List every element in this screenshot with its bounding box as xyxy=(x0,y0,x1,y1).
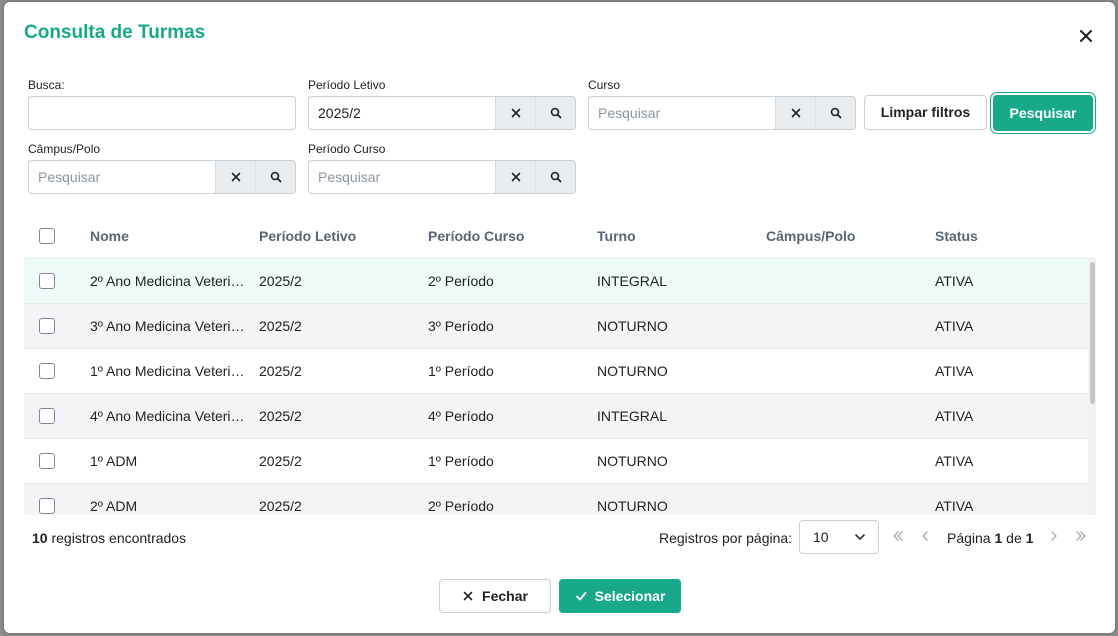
fechar-button[interactable]: Fechar xyxy=(439,579,551,613)
cell-status: ATIVA xyxy=(935,408,974,424)
table-row[interactable]: 1º ADM 2025/2 1º Período NOTURNO ATIVA xyxy=(24,439,1096,484)
cell-turno: INTEGRAL xyxy=(597,273,668,289)
campus-label: Câmpus/Polo xyxy=(28,142,101,156)
magnifier-icon[interactable] xyxy=(535,97,575,129)
column-header[interactable]: Câmpus/Polo xyxy=(766,228,935,244)
cell-nome: 2º ADM xyxy=(90,498,138,514)
row-checkbox[interactable] xyxy=(24,273,90,289)
periodo-letivo-field: 2025/2 xyxy=(308,96,576,130)
select-all-checkbox[interactable] xyxy=(24,228,90,244)
column-header[interactable]: Período Curso xyxy=(428,228,597,244)
clear-filters-button[interactable]: Limpar filtros xyxy=(864,95,987,130)
rows-per-page-value: 10 xyxy=(813,529,829,545)
cell-periodo-letivo: 2025/2 xyxy=(259,318,302,334)
cell-status: ATIVA xyxy=(935,453,974,469)
curso-input[interactable]: Pesquisar xyxy=(589,97,775,129)
cell-status: ATIVA xyxy=(935,363,974,379)
curso-field: Pesquisar xyxy=(588,96,856,130)
cell-nome: 1º ADM xyxy=(90,453,138,469)
periodo-letivo-value[interactable]: 2025/2 xyxy=(309,97,495,129)
search-button[interactable]: Pesquisar xyxy=(993,95,1093,131)
cell-periodo-curso: 4º Período xyxy=(428,408,494,424)
table-row[interactable]: 3º Ano Medicina Veterinária 2025/2 3º Pe… xyxy=(24,304,1096,349)
consulta-turmas-dialog: Consulta de Turmas Busca: Período Letivo… xyxy=(4,2,1115,633)
rows-per-page-label: Registros por página: xyxy=(659,530,793,546)
page-info: Página 1 de 1 xyxy=(947,530,1034,546)
double-chevron-right-icon[interactable] xyxy=(1074,529,1088,543)
cell-periodo-letivo: 2025/2 xyxy=(259,363,302,379)
selecionar-label: Selecionar xyxy=(594,588,666,604)
cell-periodo-curso: 2º Período xyxy=(428,498,494,514)
column-header[interactable]: Período Letivo xyxy=(259,228,428,244)
cell-status: ATIVA xyxy=(935,318,974,334)
chevron-right-icon[interactable] xyxy=(1047,529,1061,543)
cell-nome: 3º Ano Medicina Veterinária xyxy=(90,318,259,334)
cell-nome: 4º Ano Medicina Veterinária xyxy=(90,408,259,424)
magnifier-icon[interactable] xyxy=(535,161,575,193)
cell-turno: NOTURNO xyxy=(597,318,668,334)
row-checkbox[interactable] xyxy=(24,363,90,379)
busca-input[interactable] xyxy=(28,96,296,130)
x-icon[interactable] xyxy=(495,161,535,193)
rows-per-page-select[interactable]: 10 xyxy=(799,520,879,554)
campus-input[interactable]: Pesquisar xyxy=(29,161,215,193)
row-checkbox[interactable] xyxy=(24,498,90,514)
cell-nome: 2º Ano Medicina Veterinária xyxy=(90,273,259,289)
cell-turno: NOTURNO xyxy=(597,498,668,514)
periodo-letivo-label: Período Letivo xyxy=(308,78,386,92)
cell-periodo-curso: 2º Período xyxy=(428,273,494,289)
row-checkbox[interactable] xyxy=(24,318,90,334)
magnifier-icon[interactable] xyxy=(815,97,855,129)
records-count: 10 registros encontrados xyxy=(32,530,187,546)
column-header[interactable]: Nome xyxy=(90,228,259,244)
cell-periodo-curso: 1º Período xyxy=(428,363,494,379)
table-row[interactable]: 2º Ano Medicina Veterinária 2025/2 2º Pe… xyxy=(24,259,1096,304)
magnifier-icon[interactable] xyxy=(255,161,295,193)
cell-periodo-letivo: 2025/2 xyxy=(259,273,302,289)
cell-periodo-curso: 3º Período xyxy=(428,318,494,334)
table-row[interactable]: 4º Ano Medicina Veterinária 2025/2 4º Pe… xyxy=(24,394,1096,439)
cell-turno: NOTURNO xyxy=(597,453,668,469)
double-chevron-left-icon[interactable] xyxy=(891,529,905,543)
selecionar-button[interactable]: Selecionar xyxy=(559,579,681,613)
busca-label: Busca: xyxy=(28,78,65,92)
x-icon[interactable] xyxy=(775,97,815,129)
chevron-down-icon xyxy=(855,534,865,540)
x-icon xyxy=(463,591,473,601)
table-row[interactable]: 2º ADM 2025/2 2º Período NOTURNO ATIVA xyxy=(24,484,1096,515)
close-icon[interactable] xyxy=(1076,26,1096,46)
chevron-left-icon[interactable] xyxy=(918,529,932,543)
x-icon[interactable] xyxy=(215,161,255,193)
check-icon xyxy=(575,592,586,601)
scrollbar-thumb[interactable] xyxy=(1090,262,1095,404)
periodo-curso-label: Período Curso xyxy=(308,142,386,156)
periodo-curso-input[interactable]: Pesquisar xyxy=(309,161,495,193)
cell-periodo-curso: 1º Período xyxy=(428,453,494,469)
column-header[interactable]: Turno xyxy=(597,228,766,244)
curso-label: Curso xyxy=(588,78,621,92)
x-icon[interactable] xyxy=(495,97,535,129)
row-checkbox[interactable] xyxy=(24,453,90,469)
cell-periodo-letivo: 2025/2 xyxy=(259,498,302,514)
cell-nome: 1º Ano Medicina Veterinária xyxy=(90,363,259,379)
busca-value[interactable] xyxy=(29,97,295,129)
cell-status: ATIVA xyxy=(935,273,974,289)
cell-turno: NOTURNO xyxy=(597,363,668,379)
fechar-label: Fechar xyxy=(482,588,528,604)
cell-periodo-letivo: 2025/2 xyxy=(259,453,302,469)
cell-turno: INTEGRAL xyxy=(597,408,668,424)
column-header[interactable]: Status xyxy=(935,228,1065,244)
row-checkbox[interactable] xyxy=(24,408,90,424)
cell-status: ATIVA xyxy=(935,498,974,514)
table-row[interactable]: 1º Ano Medicina Veterinária 2025/2 1º Pe… xyxy=(24,349,1096,394)
turmas-table: Nome Período Letivo Período Curso Turno … xyxy=(24,214,1096,515)
cell-periodo-letivo: 2025/2 xyxy=(259,408,302,424)
table-header: Nome Período Letivo Período Curso Turno … xyxy=(24,214,1096,259)
campus-field: Pesquisar xyxy=(28,160,296,194)
periodo-curso-field: Pesquisar xyxy=(308,160,576,194)
dialog-title: Consulta de Turmas xyxy=(24,22,206,43)
